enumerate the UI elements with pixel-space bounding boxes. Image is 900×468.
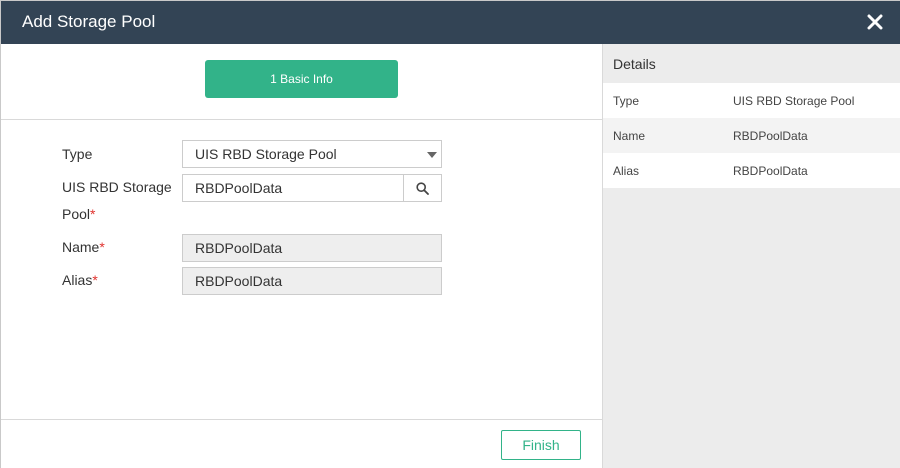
- pool-label: Pool*: [62, 206, 95, 222]
- type-select-value: UIS RBD Storage Pool: [195, 146, 337, 162]
- required-mark: *: [99, 239, 105, 255]
- finish-button[interactable]: Finish: [501, 430, 581, 460]
- required-mark: *: [92, 272, 98, 288]
- type-select[interactable]: UIS RBD Storage Pool: [182, 140, 442, 168]
- pool-search-button[interactable]: [403, 174, 442, 202]
- name-label: Name*: [62, 239, 105, 255]
- alias-label-text: Alias: [62, 272, 93, 288]
- detail-key: Type: [613, 94, 640, 108]
- details-title: Details: [613, 56, 656, 72]
- name-field: RBDPoolData: [182, 234, 442, 262]
- chevron-down-icon: [427, 152, 437, 158]
- alias-label: Alias*: [62, 272, 98, 288]
- details-pane: Details Type UIS RBD Storage Pool Name R…: [602, 44, 900, 468]
- pool-label-line1: UIS RBD Storage: [62, 179, 172, 195]
- search-icon: [416, 181, 429, 195]
- detail-row-type: Type UIS RBD Storage Pool: [603, 83, 900, 118]
- pool-input[interactable]: RBDPoolData: [182, 174, 404, 202]
- detail-key: Name: [613, 129, 646, 143]
- name-field-value: RBDPoolData: [195, 240, 283, 256]
- detail-value: UIS RBD Storage Pool: [733, 94, 855, 108]
- detail-key: Alias: [613, 164, 640, 178]
- alias-field-value: RBDPoolData: [195, 273, 283, 289]
- pool-label-line2: Pool: [62, 206, 91, 222]
- detail-row-name: Name RBDPoolData: [603, 118, 900, 153]
- step-basic-info-button[interactable]: 1 Basic Info: [205, 60, 398, 98]
- dialog-titlebar: Add Storage Pool: [1, 1, 900, 44]
- type-label: Type: [62, 146, 93, 162]
- add-storage-pool-dialog: Add Storage Pool 1 Basic Info Type UIS R…: [0, 0, 900, 468]
- dialog-title: Add Storage Pool: [22, 12, 156, 31]
- required-mark: *: [90, 206, 96, 222]
- step-indicator: 1 Basic Info: [1, 44, 602, 120]
- detail-row-alias: Alias RBDPoolData: [603, 153, 900, 188]
- name-label-text: Name: [62, 239, 100, 255]
- pool-input-value: RBDPoolData: [195, 180, 283, 196]
- dialog-footer: Finish: [1, 419, 602, 468]
- close-button[interactable]: [861, 8, 889, 36]
- detail-value: RBDPoolData: [733, 129, 808, 143]
- detail-value: RBDPoolData: [733, 164, 808, 178]
- form-pane: 1 Basic Info Type UIS RBD Storage Pool U…: [1, 44, 602, 468]
- close-icon: [867, 14, 883, 30]
- alias-field: RBDPoolData: [182, 267, 442, 295]
